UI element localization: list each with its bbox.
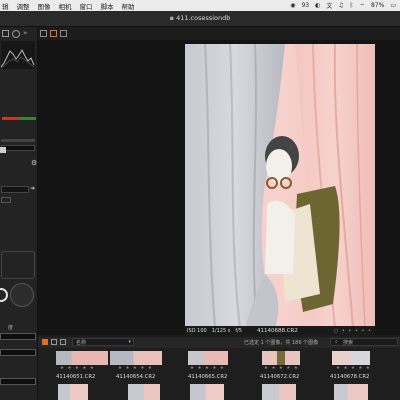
headphones-icon[interactable]: ♫: [338, 2, 343, 9]
battery-percent: 87%: [370, 2, 385, 9]
menu-camera[interactable]: 相机: [59, 1, 72, 11]
thumbnail-label: 41140651.CR2: [56, 374, 96, 380]
field-box[interactable]: [1, 145, 35, 151]
menu-image[interactable]: 图像: [38, 1, 51, 11]
bluetooth-icon[interactable]: ᛒ: [350, 2, 354, 9]
histogram: [0, 41, 35, 69]
field-box[interactable]: [0, 378, 36, 385]
grid-view-icon[interactable]: [60, 29, 67, 37]
rating-stars[interactable]: ★ ★ ★ ★ ★: [336, 366, 371, 371]
chevron-down-icon: ▾: [128, 339, 131, 345]
field-box[interactable]: [0, 333, 36, 340]
thumbnail[interactable]: [56, 351, 108, 365]
more-tabs-icon[interactable]: »: [23, 30, 27, 38]
menu-help[interactable]: 帮助: [122, 1, 135, 11]
sort-select[interactable]: 名称 ▾: [72, 338, 134, 346]
menubar-status: ◉ 93 ◐ 文 ♫ ᛒ ⌔ 87% ▭: [290, 0, 396, 11]
window-titlebar: ▪ 411.cosessiondb: [0, 11, 400, 27]
rating-stars[interactable]: ★ ★ ★ ★ ★: [60, 366, 95, 371]
filmstrip-view-icon[interactable]: [60, 339, 66, 345]
tool-panel: » ⚙ ➜ 度: [0, 27, 38, 400]
thumbnail[interactable]: [332, 351, 370, 365]
photo-image: [185, 44, 375, 328]
wechat-icon[interactable]: ◉: [290, 2, 295, 9]
multi-view-icon[interactable]: [50, 29, 57, 37]
thumbnail[interactable]: [262, 384, 296, 400]
thumbnail-label: 41140678.CR2: [330, 374, 370, 380]
aperture-value: f/5: [235, 327, 242, 334]
document-icon: ▪: [169, 14, 174, 22]
browser-header: 名称 ▾ 已选定 1 个图像，共 186 个图像 ⌕ 搜索: [38, 337, 400, 348]
color-wheel[interactable]: [10, 283, 34, 307]
window-title: ▪ 411.cosessiondb: [170, 14, 231, 22]
status-number: 93: [301, 2, 310, 9]
sort-label: 名称: [76, 340, 87, 346]
exposure-scale: [2, 117, 36, 120]
single-view-icon[interactable]: [40, 29, 47, 37]
menu-script[interactable]: 脚本: [101, 1, 114, 11]
slider-track[interactable]: [1, 139, 35, 142]
rating-stars[interactable]: ★ ★ ★ ★ ★: [190, 366, 225, 371]
arrow-right-icon[interactable]: ➜: [30, 185, 35, 192]
rating-stars[interactable]: ○ • • • • •: [334, 328, 372, 334]
menu-window[interactable]: 窗口: [80, 1, 93, 11]
menu-adjust[interactable]: 调整: [17, 1, 30, 11]
field-box[interactable]: [1, 186, 29, 193]
filmstrip: ★ ★ ★ ★ ★ ★ ★ ★ ★ ★ ★ ★ ★ ★ ★ ★ ★ ★ ★ ★ …: [38, 348, 400, 400]
dial-knob[interactable]: [0, 288, 8, 302]
menu-edit[interactable]: 辑: [2, 1, 9, 11]
thumbnail[interactable]: [334, 384, 368, 400]
thumbnail[interactable]: [188, 351, 228, 365]
list-view-icon[interactable]: [42, 339, 48, 345]
iso-value: ISO 100: [187, 327, 207, 334]
thumbnail[interactable]: [110, 351, 162, 365]
viewer-toolbar: [40, 28, 67, 38]
rating-stars[interactable]: ★ ★ ★ ★ ★: [264, 366, 299, 371]
field-box[interactable]: [0, 349, 36, 356]
histogram-graph: [0, 48, 35, 69]
document-title: 411.cosessiondb: [176, 14, 231, 22]
thumbnail[interactable]: [262, 351, 300, 365]
settings-icon[interactable]: ⚙: [31, 159, 37, 167]
thumbnail-label: 41140665.CR2: [188, 374, 228, 380]
file-name: 41140688.CR2: [256, 327, 298, 334]
shutter-value: 1/125 s: [211, 327, 231, 334]
thumbnail[interactable]: [190, 384, 224, 400]
thumbnail[interactable]: [58, 384, 88, 400]
value-chip[interactable]: [0, 147, 6, 153]
search-label: 搜索: [343, 340, 354, 346]
input-source-icon[interactable]: 文: [326, 1, 332, 10]
search-field[interactable]: ⌕ 搜索: [330, 338, 398, 346]
field-box[interactable]: [1, 197, 11, 203]
thumbnail[interactable]: [128, 384, 160, 400]
grid-view-icon[interactable]: [51, 339, 57, 345]
camera-tab-icon[interactable]: [2, 30, 9, 37]
menu-bar: 辑 调整 图像 相机 窗口 脚本 帮助 ◉ 93 ◐ 文 ♫ ᛒ ⌔ 87% ▭: [0, 0, 400, 11]
panel-label: 度: [8, 325, 14, 331]
rating-stars[interactable]: ★ ★ ★ ★ ★: [118, 366, 153, 371]
notification-icon[interactable]: ◐: [315, 2, 320, 9]
wifi-icon[interactable]: ⌔: [359, 2, 365, 10]
thumbnail-label: 41140654.CR2: [116, 374, 156, 380]
tool-tabs: »: [2, 30, 27, 38]
search-icon: ⌕: [335, 339, 338, 345]
main-photo[interactable]: [185, 44, 375, 328]
preview-box: [1, 251, 35, 279]
selection-info: 已选定 1 个图像，共 186 个图像: [244, 340, 319, 346]
info-tab-icon[interactable]: [12, 30, 20, 38]
image-info-bar: ISO 100 1/125 s f/5 41140688.CR2 ○ • • •…: [185, 326, 375, 335]
battery-icon: ▭: [390, 2, 396, 9]
thumbnail-label: 41140672.CR2: [260, 374, 300, 380]
